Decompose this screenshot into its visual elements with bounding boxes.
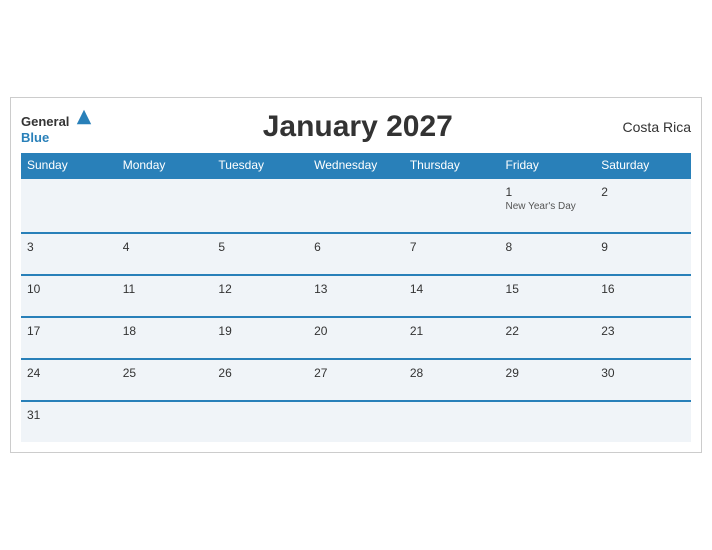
calendar-day-cell: 4 (117, 233, 213, 275)
logo: General Blue (21, 108, 93, 145)
calendar-day-cell: 1 New Year's Day (500, 178, 596, 233)
calendar-day-cell: 23 (595, 317, 691, 359)
calendar-container: General Blue January 2027 Costa Rica Sun… (10, 97, 702, 453)
logo-general-text: General (21, 114, 69, 129)
day-number: 24 (27, 366, 111, 380)
calendar-week-row: 10 11 12 13 14 15 16 (21, 275, 691, 317)
calendar-day-cell: 7 (404, 233, 500, 275)
day-number: 3 (27, 240, 111, 254)
day-number: 22 (506, 324, 590, 338)
calendar-day-cell (117, 178, 213, 233)
calendar-day-cell: 27 (308, 359, 404, 401)
calendar-day-cell: 26 (212, 359, 308, 401)
weekday-header-friday: Friday (500, 153, 596, 178)
calendar-grid: SundayMondayTuesdayWednesdayThursdayFrid… (21, 153, 691, 442)
calendar-day-cell (404, 178, 500, 233)
weekday-header-sunday: Sunday (21, 153, 117, 178)
day-number: 15 (506, 282, 590, 296)
calendar-day-cell: 17 (21, 317, 117, 359)
day-number: 30 (601, 366, 685, 380)
day-number: 11 (123, 282, 207, 296)
weekday-header-row: SundayMondayTuesdayWednesdayThursdayFrid… (21, 153, 691, 178)
calendar-day-cell: 19 (212, 317, 308, 359)
calendar-day-cell: 29 (500, 359, 596, 401)
calendar-day-cell (500, 401, 596, 442)
calendar-day-cell (212, 401, 308, 442)
calendar-day-cell: 14 (404, 275, 500, 317)
calendar-day-cell: 16 (595, 275, 691, 317)
day-number: 25 (123, 366, 207, 380)
calendar-day-cell (595, 401, 691, 442)
day-number: 8 (506, 240, 590, 254)
calendar-day-cell: 18 (117, 317, 213, 359)
logo-blue-text: Blue (21, 130, 49, 145)
day-number: 18 (123, 324, 207, 338)
weekday-header-wednesday: Wednesday (308, 153, 404, 178)
calendar-day-cell: 25 (117, 359, 213, 401)
day-number: 5 (218, 240, 302, 254)
weekday-header-monday: Monday (117, 153, 213, 178)
calendar-week-row: 31 (21, 401, 691, 442)
calendar-week-row: 17 18 19 20 21 22 23 (21, 317, 691, 359)
calendar-header: General Blue January 2027 Costa Rica (21, 108, 691, 145)
country-label: Costa Rica (623, 119, 691, 135)
calendar-day-cell: 13 (308, 275, 404, 317)
day-number: 16 (601, 282, 685, 296)
calendar-day-cell: 12 (212, 275, 308, 317)
day-number: 26 (218, 366, 302, 380)
day-number: 17 (27, 324, 111, 338)
calendar-day-cell (404, 401, 500, 442)
weekday-header-thursday: Thursday (404, 153, 500, 178)
calendar-day-cell: 21 (404, 317, 500, 359)
calendar-week-row: 1 New Year's Day 2 (21, 178, 691, 233)
day-number: 2 (601, 185, 685, 199)
calendar-day-cell: 22 (500, 317, 596, 359)
day-number: 13 (314, 282, 398, 296)
calendar-day-cell: 8 (500, 233, 596, 275)
day-number: 29 (506, 366, 590, 380)
calendar-day-cell: 15 (500, 275, 596, 317)
day-number: 31 (27, 408, 111, 422)
day-number: 20 (314, 324, 398, 338)
day-number: 1 (506, 185, 590, 199)
day-number: 28 (410, 366, 494, 380)
calendar-day-cell: 5 (212, 233, 308, 275)
day-number: 6 (314, 240, 398, 254)
day-number: 19 (218, 324, 302, 338)
calendar-day-cell: 3 (21, 233, 117, 275)
day-number: 14 (410, 282, 494, 296)
calendar-title: January 2027 (263, 110, 453, 144)
calendar-day-cell (117, 401, 213, 442)
calendar-day-cell: 31 (21, 401, 117, 442)
calendar-day-cell: 10 (21, 275, 117, 317)
calendar-day-cell: 28 (404, 359, 500, 401)
day-number: 27 (314, 366, 398, 380)
calendar-day-cell: 2 (595, 178, 691, 233)
calendar-day-cell: 11 (117, 275, 213, 317)
calendar-week-row: 24 25 26 27 28 29 30 (21, 359, 691, 401)
calendar-day-cell (308, 178, 404, 233)
day-number: 23 (601, 324, 685, 338)
day-number: 12 (218, 282, 302, 296)
calendar-day-cell (21, 178, 117, 233)
calendar-day-cell: 20 (308, 317, 404, 359)
day-event: New Year's Day (506, 201, 590, 212)
weekday-header-saturday: Saturday (595, 153, 691, 178)
calendar-day-cell (212, 178, 308, 233)
day-number: 9 (601, 240, 685, 254)
day-number: 7 (410, 240, 494, 254)
day-number: 4 (123, 240, 207, 254)
day-number: 21 (410, 324, 494, 338)
calendar-day-cell: 6 (308, 233, 404, 275)
day-number: 10 (27, 282, 111, 296)
calendar-day-cell (308, 401, 404, 442)
calendar-day-cell: 24 (21, 359, 117, 401)
calendar-day-cell: 9 (595, 233, 691, 275)
calendar-day-cell: 30 (595, 359, 691, 401)
calendar-week-row: 3456789 (21, 233, 691, 275)
weekday-header-tuesday: Tuesday (212, 153, 308, 178)
logo-icon (75, 108, 93, 126)
